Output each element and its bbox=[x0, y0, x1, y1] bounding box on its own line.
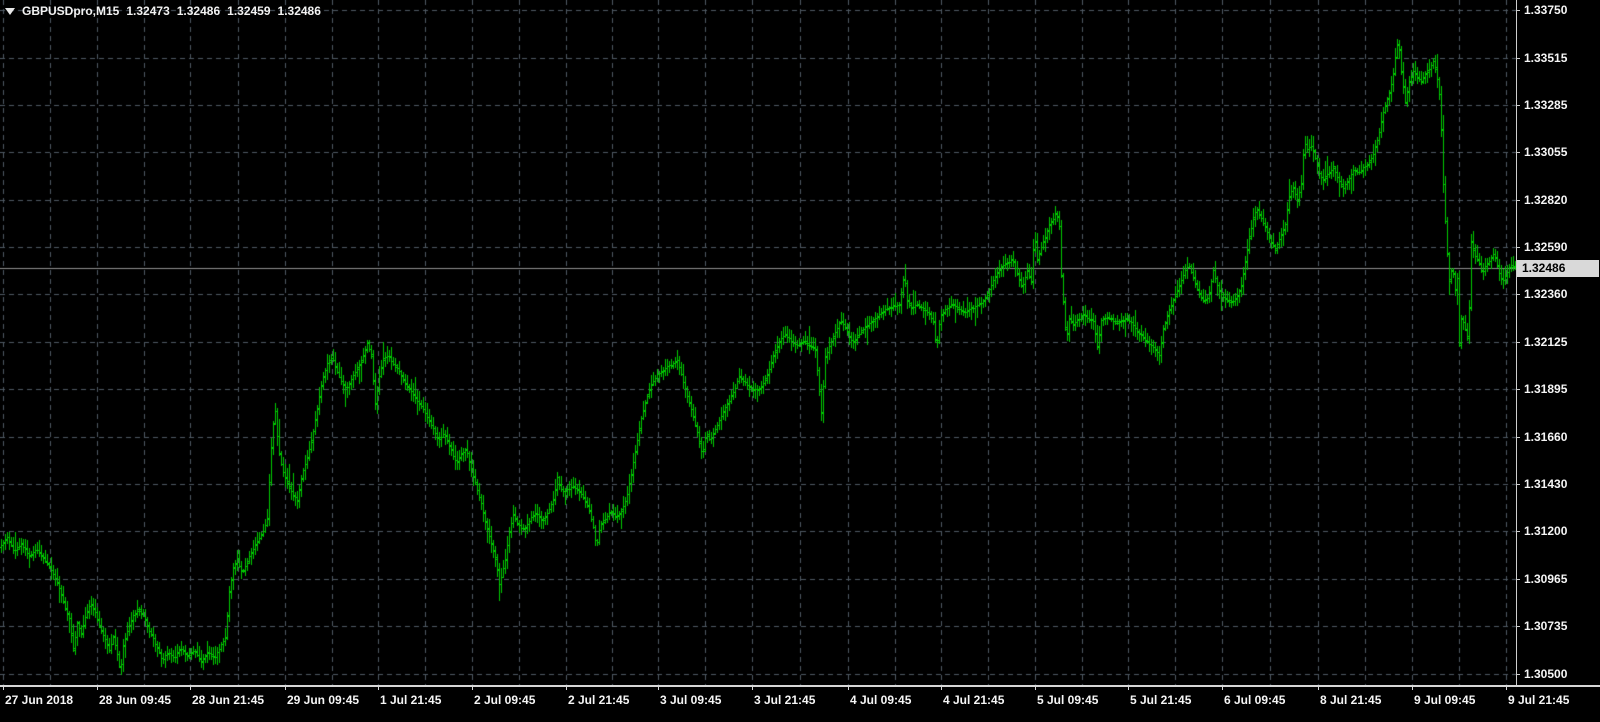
time-axis-tick bbox=[285, 685, 286, 690]
price-axis[interactable]: 1.33750 1.33515 1.33285 1.33055 1.32820 1.325… bbox=[1516, 0, 1600, 685]
time-axis-label: 2 Jul 21:45 bbox=[568, 693, 630, 707]
price-axis-tick bbox=[1516, 200, 1520, 201]
time-axis-label: 29 Jun 09:45 bbox=[287, 693, 360, 707]
time-axis-label: 4 Jul 21:45 bbox=[943, 693, 1005, 707]
time-axis-tick bbox=[97, 685, 98, 690]
quote-low: 1.32459 bbox=[227, 4, 271, 18]
time-axis-label: 9 Jul 09:45 bbox=[1414, 693, 1476, 707]
mt4-chart-window: GBPUSDpro,M15 1.32473 1.32486 1.32459 1.… bbox=[0, 0, 1600, 722]
time-axis-tick bbox=[1128, 685, 1129, 690]
price-axis-label: 1.30965 bbox=[1524, 572, 1568, 586]
time-axis-tick bbox=[941, 685, 942, 690]
time-axis-tick bbox=[848, 685, 849, 690]
time-axis-label: 6 Jul 09:45 bbox=[1224, 693, 1286, 707]
price-axis-label: 1.32820 bbox=[1524, 193, 1568, 207]
price-axis-tick bbox=[1516, 579, 1520, 580]
time-axis[interactable]: 27 Jun 2018 28 Jun 09:45 28 Jun 21:45 29 Ju… bbox=[0, 685, 1600, 722]
price-axis-label: 1.30500 bbox=[1524, 667, 1568, 681]
time-axis-tick bbox=[1222, 685, 1223, 690]
price-axis-label: 1.32590 bbox=[1524, 240, 1568, 254]
quote-open: 1.32473 bbox=[126, 4, 170, 18]
symbol-timeframe-label: GBPUSDpro,M15 bbox=[22, 4, 120, 18]
price-axis-tick bbox=[1516, 626, 1520, 627]
price-axis-label: 1.31895 bbox=[1524, 382, 1568, 396]
price-axis-label: 1.31430 bbox=[1524, 477, 1568, 491]
price-axis-label: 1.31200 bbox=[1524, 524, 1568, 538]
price-axis-tick bbox=[1516, 484, 1520, 485]
time-axis-tick bbox=[3, 685, 4, 690]
time-axis-label: 2 Jul 09:45 bbox=[474, 693, 536, 707]
price-axis-label: 1.33285 bbox=[1524, 98, 1568, 112]
time-axis-tick bbox=[566, 685, 567, 690]
price-axis-tick bbox=[1516, 294, 1520, 295]
time-axis-label: 8 Jul 21:45 bbox=[1320, 693, 1382, 707]
price-axis-tick bbox=[1516, 674, 1520, 675]
time-axis-tick bbox=[190, 685, 191, 690]
price-axis-label: 1.33750 bbox=[1524, 3, 1568, 17]
quote-close: 1.32486 bbox=[277, 4, 321, 18]
time-axis-tick bbox=[1318, 685, 1319, 690]
time-axis-tick bbox=[472, 685, 473, 690]
chart-title: GBPUSDpro,M15 1.32473 1.32486 1.32459 1.… bbox=[5, 4, 321, 18]
price-axis-tick bbox=[1516, 105, 1520, 106]
time-axis-label: 3 Jul 21:45 bbox=[754, 693, 816, 707]
symbol-dropdown-icon[interactable] bbox=[5, 8, 15, 15]
time-axis-tick bbox=[1506, 685, 1507, 690]
time-axis-tick bbox=[1035, 685, 1036, 690]
price-axis-label: 1.33055 bbox=[1524, 145, 1568, 159]
price-axis-tick bbox=[1516, 10, 1520, 11]
time-axis-tick bbox=[378, 685, 379, 690]
current-price-box: 1.32486 bbox=[1517, 260, 1599, 277]
price-axis-tick bbox=[1516, 389, 1520, 390]
price-axis-label: 1.31660 bbox=[1524, 430, 1568, 444]
time-axis-tick bbox=[658, 685, 659, 690]
price-axis-tick bbox=[1516, 247, 1520, 248]
price-axis-label: 1.33515 bbox=[1524, 51, 1568, 65]
price-axis-label: 1.30735 bbox=[1524, 619, 1568, 633]
time-axis-tick bbox=[752, 685, 753, 690]
price-axis-tick bbox=[1516, 437, 1520, 438]
time-axis-label: 5 Jul 09:45 bbox=[1037, 693, 1099, 707]
price-chart-canvas[interactable] bbox=[0, 0, 1516, 685]
time-axis-label: 4 Jul 09:45 bbox=[850, 693, 912, 707]
price-axis-tick bbox=[1516, 342, 1520, 343]
time-axis-label: 3 Jul 09:45 bbox=[660, 693, 722, 707]
price-axis-tick bbox=[1516, 58, 1520, 59]
quote-high: 1.32486 bbox=[176, 4, 221, 18]
time-axis-label: 1 Jul 21:45 bbox=[380, 693, 442, 707]
time-axis-label: 9 Jul 21:45 bbox=[1508, 693, 1570, 707]
time-axis-label: 28 Jun 09:45 bbox=[99, 693, 172, 707]
price-axis-tick bbox=[1516, 152, 1520, 153]
time-axis-tick bbox=[1412, 685, 1413, 690]
time-axis-label: 28 Jun 21:45 bbox=[192, 693, 265, 707]
price-axis-label: 1.32360 bbox=[1524, 287, 1568, 301]
price-axis-tick bbox=[1516, 531, 1520, 532]
time-axis-label: 5 Jul 21:45 bbox=[1130, 693, 1192, 707]
price-axis-label: 1.32125 bbox=[1524, 335, 1568, 349]
time-axis-label: 27 Jun 2018 bbox=[5, 693, 74, 707]
